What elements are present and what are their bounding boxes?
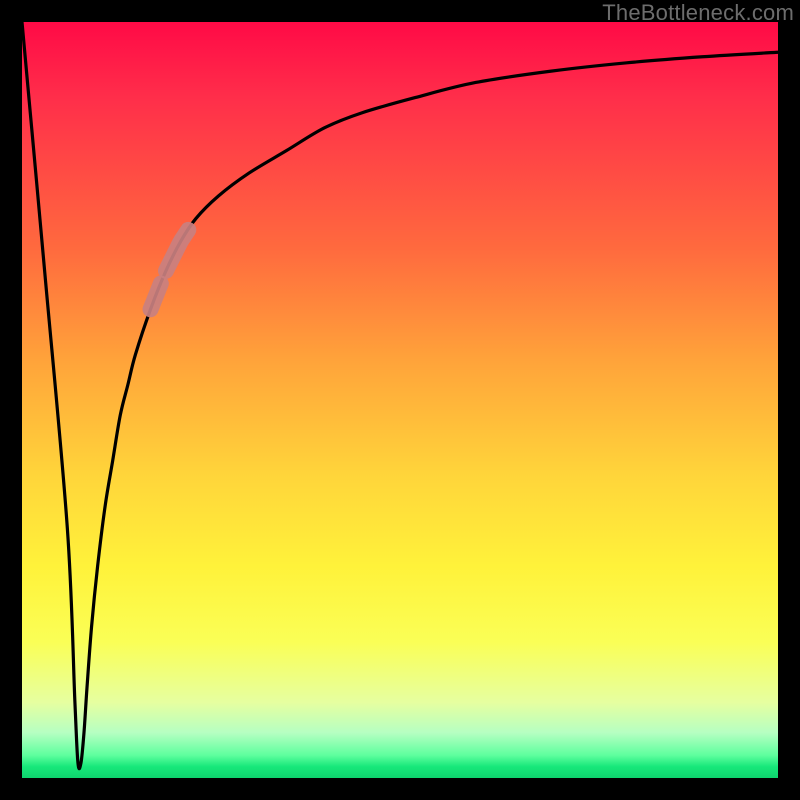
bottleneck-curve bbox=[22, 22, 778, 769]
watermark-text: TheBottleneck.com bbox=[602, 0, 794, 26]
curve-layer bbox=[22, 22, 778, 778]
highlight-segment bbox=[151, 284, 161, 310]
plot-area bbox=[22, 22, 778, 778]
chart-frame: TheBottleneck.com bbox=[0, 0, 800, 800]
highlight-segment bbox=[166, 230, 188, 271]
